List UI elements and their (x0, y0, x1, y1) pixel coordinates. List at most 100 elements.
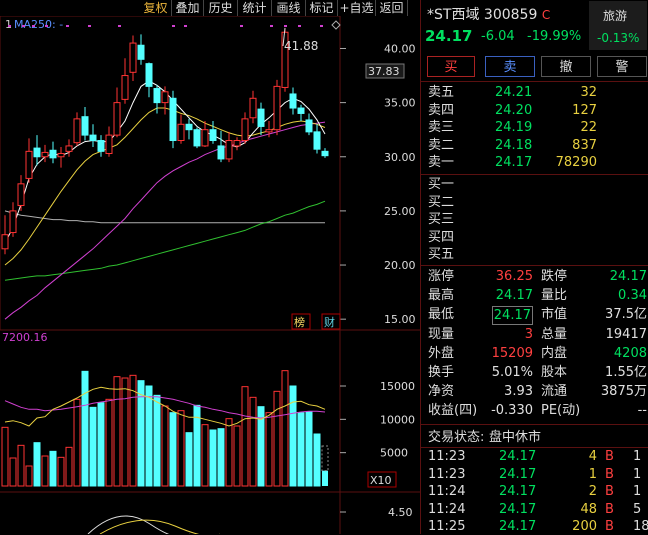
lower-indicator-line-1 (87, 515, 190, 534)
stat-row: 涨停 36.25 跌停 24.17 (421, 268, 648, 285)
candle-body (241, 118, 249, 142)
volume-bar (233, 425, 241, 487)
price-axis: 40.00 35.00 30.00 25.00 20.00 15.00 (340, 42, 416, 326)
tick-side: B (605, 484, 614, 499)
volume-bar (65, 446, 73, 487)
bid-row[interactable]: 买一 (421, 176, 648, 193)
volume-bar (49, 450, 57, 487)
candle-body (217, 145, 225, 160)
toolbar-btn-2[interactable]: 历史 (204, 0, 238, 16)
current-price-tag: 37.83 (365, 63, 405, 79)
stat-value: -- (637, 403, 647, 419)
volume-bar (201, 424, 209, 487)
price-tick-label: 35.00 (384, 97, 416, 110)
tick-row: 11:24 24.17 2 B 1 (421, 483, 648, 500)
candle-body (289, 93, 297, 109)
price-tick-label: 15.00 (384, 313, 416, 326)
volume-bar (1, 426, 9, 487)
buy-button[interactable]: 买 (427, 56, 475, 77)
lower-indicator-line-2 (99, 519, 220, 534)
stock-title: *ST西域 300859 C (427, 4, 550, 24)
bid-row[interactable]: 买二 (421, 194, 648, 211)
bid-label: 买四 (428, 229, 455, 245)
candle-body (9, 210, 17, 234)
sector-box[interactable]: 旅游 -0.13% (589, 1, 647, 50)
volume-bar (57, 456, 65, 487)
stat-label: 股本 (541, 365, 568, 380)
toolbar-btn-6[interactable]: +自选 (338, 0, 376, 16)
ask-row[interactable]: 卖二 24.18 837 (421, 137, 648, 154)
ask-label: 卖二 (428, 137, 455, 153)
high-annotation-text: 41.88 (284, 39, 318, 53)
toolbar-btn-5[interactable]: 标记 (306, 0, 338, 16)
sep-status (421, 424, 648, 425)
volume-bar (289, 385, 297, 487)
current-price-tag-text: 37.83 (368, 65, 400, 78)
candle-body (89, 134, 97, 142)
stat-value: 3875万 (600, 384, 647, 400)
ask-row[interactable]: 卖四 24.20 127 (421, 102, 648, 119)
candle-body (81, 116, 89, 136)
candle-body (313, 131, 321, 150)
volume-unit: X10 (367, 471, 397, 488)
toolbar-btn-7[interactable]: 返回 (376, 0, 408, 16)
ask-row[interactable]: 卖三 24.19 22 (421, 119, 648, 136)
toolbar-btn-3[interactable]: 统计 (238, 0, 272, 16)
cancel-order-button[interactable]: 撤 (541, 56, 591, 77)
bid-row[interactable]: 买三 (421, 211, 648, 228)
signal-dot (270, 25, 273, 27)
tick-price: 24.17 (499, 449, 537, 464)
toolbar-btn-1[interactable]: 叠加 (172, 0, 204, 16)
badge-cai[interactable]: 财 (321, 313, 341, 330)
stat-label: 量比 (541, 288, 568, 304)
tick-volume: 200 (572, 519, 597, 534)
toolbar-btn-0[interactable]: 复权 (140, 0, 172, 16)
badge-cai-text: 财 (324, 315, 335, 329)
stock-pct: -19.99% (527, 29, 582, 44)
stat-row: 收益(四) -0.330 PE(动) -- (421, 402, 648, 419)
stat-label: 现量 (428, 326, 455, 342)
bid-row[interactable]: 买五 (421, 246, 648, 263)
candle-body (169, 97, 177, 142)
tick-extra: 1 (633, 449, 642, 464)
badge-bang[interactable]: 榜 (291, 313, 311, 330)
stat-value: 1.55亿 (605, 365, 647, 380)
stock-code: 300859 (483, 7, 538, 23)
tick-extra: 1 (633, 466, 642, 482)
tick-volume: 2 (588, 484, 597, 499)
volume-bar (161, 405, 169, 487)
stock-price: 24.17 (425, 27, 473, 45)
signal-dot (298, 25, 301, 27)
signal-dot (240, 25, 243, 27)
signal-dot (32, 25, 35, 27)
volume-bar (313, 433, 321, 487)
candle-body (65, 145, 73, 152)
price-tick-label: 20.00 (384, 259, 416, 272)
bid-row[interactable]: 买四 (421, 229, 648, 246)
tick-row: 11:24 24.17 48 B 5 (421, 501, 648, 518)
volume-bar (249, 396, 257, 487)
candle-body (185, 123, 193, 131)
candle-body (137, 44, 145, 60)
stock-name: *ST西域 (427, 7, 480, 23)
diamond-icon[interactable] (331, 20, 341, 30)
bid-label: 买二 (428, 194, 455, 210)
tick-volume: 4 (588, 449, 597, 464)
stat-row: 最低 24.17 市值 37.5亿 (421, 306, 648, 326)
kline-chart[interactable]: 1 MA250: - 40.00 35.00 30.00 25.00 20.00 15.0… (0, 16, 420, 534)
ask-row[interactable]: 卖五 24.21 32 (421, 84, 648, 101)
tick-price: 24.17 (499, 484, 537, 499)
ask-row[interactable]: 卖一 24.17 78290 (421, 154, 648, 171)
sell-button[interactable]: 卖 (485, 56, 535, 77)
signal-dot (320, 25, 323, 27)
candle-body (233, 140, 241, 147)
volume-axis: 15000 10000 5000 (340, 380, 415, 460)
toolbar-btn-4[interactable]: 画线 (272, 0, 306, 16)
candle-body (297, 107, 305, 114)
ask-price: 24.21 (495, 85, 533, 100)
alert-button[interactable]: 警 (597, 56, 647, 77)
candle-body (153, 88, 161, 104)
volume-bar (113, 376, 121, 487)
volume-bar (145, 385, 153, 487)
trade-status: 交易状态: 盘中休市 (421, 429, 648, 446)
